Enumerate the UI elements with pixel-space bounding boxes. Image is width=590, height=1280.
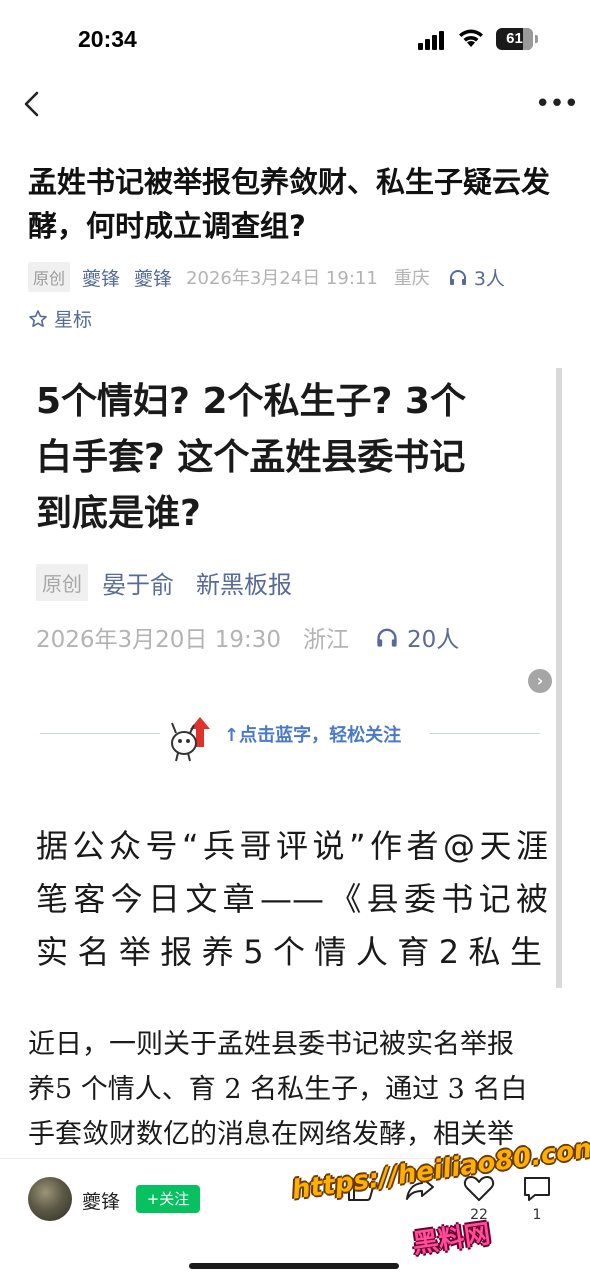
- follow-button[interactable]: +关注: [136, 1185, 200, 1213]
- comment-count: 1: [532, 1207, 542, 1223]
- body-line: 近日，一则关于孟姓县委书记被实名举报: [28, 1029, 514, 1060]
- embedded-meta-authors: 原创 晏于俞 新黑板报: [36, 564, 314, 601]
- status-bar: 20:34 61: [0, 0, 590, 80]
- star-button[interactable]: 星标: [28, 305, 92, 332]
- publish-date: 2026年3月24日 19:11: [186, 268, 378, 289]
- embedded-account: 新黑板报: [196, 571, 292, 599]
- battery-icon: 61: [496, 28, 538, 50]
- star-label: 星标: [54, 309, 93, 331]
- battery-level: 61: [506, 30, 523, 47]
- embedded-body-line: 据公众号“兵哥评说”作者@天涯: [36, 827, 548, 865]
- star-icon: [29, 309, 47, 327]
- embedded-body-line: 笔客今日文章——《县委书记被: [36, 880, 548, 918]
- follow-hint: ↑点击蓝字，轻松关注: [224, 725, 402, 746]
- embedded-title-line: 到底是谁?: [36, 493, 201, 534]
- embedded-location: 浙江: [303, 627, 350, 653]
- listen-button[interactable]: 3人: [448, 264, 505, 291]
- chevron-left-icon[interactable]: [18, 88, 48, 120]
- headphones-icon: [377, 628, 397, 647]
- embedded-meta-date: 2026年3月20日 19:30 浙江 20人: [36, 620, 459, 654]
- headphones-icon: [449, 270, 466, 285]
- embedded-original-badge: 原创: [36, 564, 88, 601]
- embedded-body: 据公众号“兵哥评说”作者@天涯 笔客今日文章——《县委书记被 实名举报养5个情人…: [36, 820, 548, 979]
- status-time: 20:34: [78, 26, 137, 52]
- listener-count: 3人: [473, 267, 505, 290]
- embedded-title-line: 白手套? 这个孟姓县委书记: [36, 437, 466, 478]
- embedded-title-line: 5个情妇? 2个私生子? 3个: [36, 381, 466, 422]
- body-line: 养5 个情人、育 2 名私生子，通过 3 名白: [28, 1074, 528, 1105]
- article-body: 近日，一则关于孟姓县委书记被实名举报 养5 个情人、育 2 名私生子，通过 3 …: [28, 1022, 564, 1157]
- embedded-article-image[interactable]: 5个情妇? 2个私生子? 3个 白手套? 这个孟姓县委书记 到底是谁? 原创 晏…: [28, 368, 562, 988]
- embedded-listen: 20人: [375, 620, 459, 654]
- mascot-icon: [171, 717, 210, 762]
- more-dots-icon[interactable]: •••: [535, 91, 579, 117]
- home-indicator: [189, 1263, 399, 1269]
- comment-icon[interactable]: [520, 1171, 554, 1205]
- embedded-author: 晏于俞: [102, 571, 174, 599]
- original-badge: 原创: [28, 262, 71, 292]
- divider: [430, 733, 540, 734]
- article-title: 孟姓书记被举报包养敛财、私生子疑云发酵，何时成立调查组?: [28, 165, 551, 243]
- toolbar-author[interactable]: 夔锋: [82, 1187, 120, 1214]
- publish-location: 重庆: [393, 268, 430, 289]
- cellular-signal-icon: [418, 30, 450, 50]
- article-meta: 原创 夔锋 夔锋 2026年3月24日 19:11 重庆 3人: [28, 262, 505, 292]
- embedded-listener-count: 20人: [407, 627, 460, 653]
- embedded-date: 2026年3月20日 19:30: [36, 627, 282, 653]
- author-link[interactable]: 夔锋: [82, 264, 120, 291]
- avatar[interactable]: [28, 1177, 72, 1221]
- account-link[interactable]: 夔锋: [134, 264, 172, 291]
- divider: [40, 733, 160, 734]
- chevron-right-icon: ›: [528, 669, 552, 693]
- embedded-title: 5个情妇? 2个私生子? 3个 白手套? 这个孟姓县委书记 到底是谁?: [36, 374, 536, 542]
- embedded-body-line: 实名举报养5个情人育2私生: [36, 933, 548, 971]
- wifi-icon: [459, 29, 483, 47]
- image-edge: [556, 368, 562, 988]
